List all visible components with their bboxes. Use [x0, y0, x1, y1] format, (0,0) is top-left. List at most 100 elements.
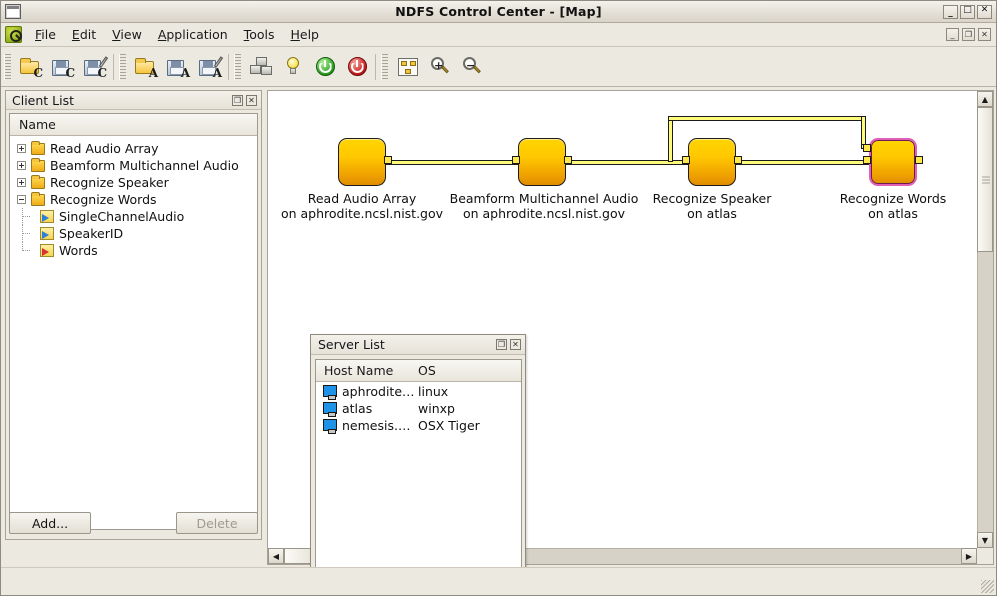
save-application-button[interactable]: A — [162, 52, 194, 82]
server-column-os: OS — [418, 363, 436, 378]
table-row[interactable]: nemesis.… OSX Tiger — [316, 416, 521, 434]
tree-child-label: SingleChannelAudio — [59, 209, 185, 224]
toolbar-grip-3[interactable] — [234, 53, 241, 80]
mdi-minimize-button[interactable]: _ — [946, 28, 959, 41]
window-minimize-label: _ — [948, 8, 953, 18]
hints-button[interactable] — [277, 52, 309, 82]
toolbar-grip-2[interactable] — [119, 53, 126, 80]
save-application-as-button[interactable]: A — [194, 52, 226, 82]
monitor-icon — [323, 419, 337, 434]
map-node-recognize-speaker[interactable] — [682, 138, 742, 186]
wire-overtop-horizontal[interactable] — [668, 116, 866, 121]
save-client-config-as-button[interactable]: C — [79, 52, 111, 82]
window-controls: _ □ ✕ — [943, 4, 996, 19]
tree-child-label: Words — [59, 243, 98, 258]
menu-item-edit[interactable]: Edit — [64, 24, 104, 45]
expander-plus-icon[interactable] — [17, 161, 26, 170]
menu-item-application[interactable]: Application — [150, 24, 236, 45]
map-node-recognize-words[interactable] — [863, 138, 923, 186]
scroll-left-button[interactable]: ◀ — [268, 548, 284, 564]
scroll-right-button[interactable]: ▶ — [961, 548, 977, 564]
client-list-close-button[interactable]: ✕ — [246, 94, 257, 106]
expander-minus-icon[interactable] — [17, 195, 26, 204]
menu-edit-rest: dit — [79, 27, 97, 42]
client-list-tree[interactable]: Name Read Audio Array Beamform Multichan… — [9, 113, 258, 530]
map-node-beamform-multichannel-audio[interactable] — [512, 138, 572, 186]
resize-grip[interactable] — [981, 580, 994, 593]
power-green-icon — [315, 57, 335, 76]
save-client-config-button[interactable]: C — [47, 52, 79, 82]
tree-child-words[interactable]: Words — [10, 242, 257, 259]
save-as-c-icon: C — [83, 55, 109, 79]
tree-item-read-audio-array[interactable]: Read Audio Array — [10, 140, 257, 157]
mdi-restore-button[interactable]: ❐ — [962, 28, 975, 41]
menu-help-rest: elp — [299, 27, 319, 42]
menu-item-view[interactable]: View — [104, 24, 150, 45]
node-input-port-upper[interactable] — [863, 144, 871, 152]
node-input-port[interactable] — [682, 156, 690, 164]
server-list-titlebar[interactable]: Server List ❐ ✕ — [311, 335, 525, 355]
layout-map-button[interactable] — [392, 52, 424, 82]
wire-overtop-left-vertical[interactable] — [668, 116, 673, 162]
scroll-grip-icon — [982, 176, 990, 183]
zoom-out-button[interactable]: − — [456, 52, 488, 82]
node-output-port[interactable] — [734, 156, 742, 164]
application-window: NDFS Control Center - [Map] _ □ ✕ File E… — [0, 0, 997, 596]
table-row[interactable]: atlas winxp — [316, 399, 521, 417]
power-red-icon — [347, 57, 367, 76]
server-host-cell: nemesis.… — [316, 418, 416, 434]
tree-item-recognize-words[interactable]: Recognize Words — [10, 191, 257, 208]
folder-icon — [31, 140, 45, 155]
node-output-port[interactable] — [915, 156, 923, 164]
map-node-read-audio-array[interactable] — [338, 138, 392, 186]
menu-application-rest: pplication — [166, 27, 228, 42]
menu-item-help[interactable]: Help — [282, 24, 327, 45]
window-maximize-label: □ — [963, 5, 972, 15]
server-host-cell: aphrodite… — [316, 384, 416, 400]
open-application-button[interactable]: A — [130, 52, 162, 82]
scroll-up-button[interactable]: ▲ — [977, 91, 993, 107]
node-host: on atlas — [868, 206, 918, 221]
mdi-close-button[interactable]: ✕ — [978, 28, 991, 41]
vertical-scroll-thumb[interactable] — [977, 107, 993, 252]
node-input-port-lower[interactable] — [863, 156, 871, 164]
tree-item-recognize-speaker[interactable]: Recognize Speaker — [10, 174, 257, 191]
map-vertical-scrollbar[interactable]: ▲ ▼ — [977, 91, 993, 548]
node-name: Recognize Speaker — [652, 191, 772, 206]
network-connect-button[interactable] — [245, 52, 277, 82]
window-close-button[interactable]: ✕ — [977, 4, 992, 19]
save-as-a-icon: A — [198, 55, 224, 79]
tree-child-singlechannelaudio[interactable]: SingleChannelAudio — [10, 208, 257, 225]
node-output-port[interactable] — [384, 156, 392, 164]
table-row[interactable]: aphrodite… linux — [316, 382, 521, 400]
toolbar-grip-4[interactable] — [381, 53, 388, 80]
server-list-float-button[interactable]: ❐ — [496, 339, 507, 350]
server-list-table[interactable]: Host Name OS aphrodite… linux atlas winx… — [315, 359, 522, 576]
expander-plus-icon[interactable] — [17, 178, 26, 187]
expander-plus-icon[interactable] — [17, 144, 26, 153]
node-input-port[interactable] — [512, 156, 520, 164]
client-list-float-button[interactable]: ❐ — [232, 94, 243, 106]
scroll-down-button[interactable]: ▼ — [977, 532, 993, 548]
delete-button[interactable]: Delete — [176, 512, 258, 534]
add-button[interactable]: Add... — [9, 512, 91, 534]
node-output-port[interactable] — [564, 156, 572, 164]
toolbar-grip-1[interactable] — [4, 53, 11, 80]
stop-button[interactable] — [341, 52, 373, 82]
tree-child-speakerid[interactable]: SpeakerID — [10, 225, 257, 242]
tree-item-beamform-multichannel-audio[interactable]: Beamform Multichannel Audio — [10, 157, 257, 174]
node-body — [869, 138, 917, 186]
window-minimize-button[interactable]: _ — [943, 4, 958, 19]
menu-item-file[interactable]: File — [27, 24, 64, 45]
open-client-config-button[interactable]: C — [15, 52, 47, 82]
tree-item-label: Recognize Speaker — [50, 175, 169, 190]
app-logo-icon — [5, 26, 22, 43]
folder-icon — [31, 157, 45, 172]
window-maximize-button[interactable]: □ — [960, 4, 975, 19]
zoom-in-button[interactable]: + — [424, 52, 456, 82]
title-bar: NDFS Control Center - [Map] _ □ ✕ — [1, 1, 996, 23]
menu-item-tools[interactable]: Tools — [236, 24, 283, 45]
server-list-close-button[interactable]: ✕ — [510, 339, 521, 350]
start-button[interactable] — [309, 52, 341, 82]
mdi-minimize-label: _ — [950, 29, 955, 39]
